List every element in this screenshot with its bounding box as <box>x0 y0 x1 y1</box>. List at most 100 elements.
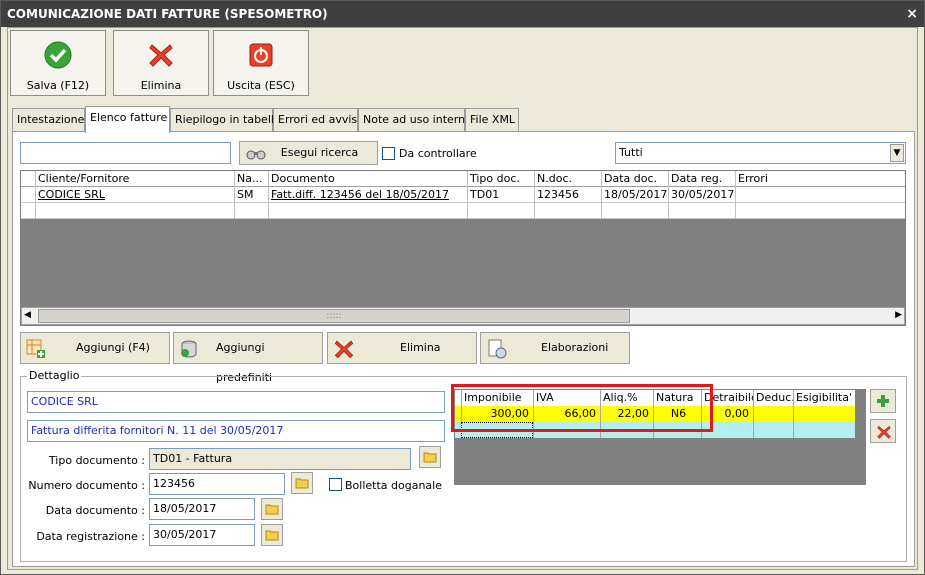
close-icon[interactable]: × <box>906 1 918 27</box>
empty-cell[interactable] <box>467 203 534 219</box>
folder-icon <box>265 530 279 541</box>
cell-esigibilita[interactable] <box>793 406 855 422</box>
numero-folder-button[interactable] <box>291 472 313 494</box>
col-datareg[interactable]: Data reg. <box>668 171 735 187</box>
search-input[interactable] <box>20 142 231 164</box>
numero-label: Numero documento : <box>28 479 145 492</box>
col-cliente[interactable]: Cliente/Fornitore <box>35 171 234 187</box>
cell-na[interactable]: SM <box>234 187 268 203</box>
red-x-icon <box>334 340 354 359</box>
da-controllare-checkbox[interactable] <box>382 147 395 160</box>
cell-deduc[interactable] <box>753 406 793 422</box>
document-gear-icon <box>488 339 507 359</box>
save-label: Salva (F12) <box>26 79 90 92</box>
data-doc-label: Data documento : <box>45 504 145 517</box>
row-indicator <box>21 203 35 219</box>
grid-header: Cliente/Fornitore Na... Documento Tipo d… <box>21 171 905 187</box>
data-reg-field[interactable]: 30/05/2017 <box>149 524 255 546</box>
empty-cell[interactable] <box>668 203 735 219</box>
grid-corner <box>21 171 35 187</box>
tab-elenco-fatture[interactable]: Elenco fatture <box>85 106 170 133</box>
col-deduc[interactable]: Deduc. <box>753 390 793 406</box>
col-na[interactable]: Na... <box>234 171 268 187</box>
add-button[interactable]: Aggiungi (F4) <box>20 332 170 364</box>
scroll-right-icon[interactable]: ▶ <box>895 310 902 320</box>
tab-note[interactable]: Note ad uso interno <box>358 108 472 132</box>
cell-datareg[interactable]: 30/05/2017 <box>668 187 735 203</box>
dettaglio-group: Dettaglio CODICE SRL Fattura differita f… <box>20 369 907 562</box>
empty-cell[interactable] <box>234 203 268 219</box>
col-documento[interactable]: Documento <box>268 171 467 187</box>
row-indicator <box>21 187 35 203</box>
data-doc-folder-button[interactable] <box>261 498 283 520</box>
empty-cell[interactable] <box>534 203 601 219</box>
delete-button[interactable]: Elimina <box>113 30 209 96</box>
add-grid-icon <box>26 339 45 358</box>
tab-errori[interactable]: Errori ed avvisi <box>273 108 360 132</box>
data-reg-folder-button[interactable] <box>261 524 283 546</box>
empty-cell[interactable] <box>35 203 234 219</box>
add-default-button[interactable]: Aggiungi predefiniti <box>173 332 323 384</box>
filter-value: Tutti <box>619 146 643 159</box>
da-controllare-label: Da controllare <box>399 147 477 160</box>
scroll-left-icon[interactable]: ◀ <box>24 310 31 320</box>
vat-delete-button[interactable] <box>870 419 896 443</box>
save-button[interactable]: Salva (F12) <box>10 30 106 96</box>
tab-file-xml[interactable]: File XML <box>465 108 519 132</box>
search-button[interactable]: Esegui ricerca <box>239 141 378 165</box>
cell-tipo[interactable]: TD01 <box>467 187 534 203</box>
chevron-down-icon[interactable]: ▼ <box>890 144 904 162</box>
tipo-field[interactable]: TD01 - Fattura <box>149 448 411 470</box>
empty-cell[interactable] <box>735 203 905 219</box>
add-button-label: Aggiungi (F4) <box>76 341 150 354</box>
client-field[interactable]: CODICE SRL <box>27 391 445 413</box>
cell-cliente[interactable]: CODICE SRL <box>35 187 234 203</box>
bolletta-checkbox[interactable] <box>329 478 342 491</box>
plus-icon <box>877 395 889 407</box>
horizontal-scrollbar[interactable]: ◀ ::::: ▶ <box>21 307 905 325</box>
scroll-thumb[interactable]: ::::: <box>38 309 630 323</box>
table-row[interactable] <box>21 203 905 219</box>
numero-field[interactable]: 123456 <box>149 473 285 495</box>
power-icon <box>249 43 273 67</box>
red-x-icon <box>877 425 891 439</box>
elaborazioni-button[interactable]: Elaborazioni <box>480 332 630 364</box>
window: COMUNICAZIONE DATI FATTURE (SPESOMETRO) … <box>0 0 925 575</box>
data-doc-field[interactable]: 18/05/2017 <box>149 498 255 520</box>
cell-datadoc[interactable]: 18/05/2017 <box>601 187 668 203</box>
empty-cell[interactable] <box>268 203 467 219</box>
folder-icon <box>423 452 437 463</box>
filter-select[interactable]: Tutti ▼ <box>615 142 906 164</box>
col-errori[interactable]: Errori <box>735 171 905 187</box>
tab-riepilogo[interactable]: Riepilogo in tabella <box>170 108 281 132</box>
folder-icon <box>265 504 279 515</box>
exit-button[interactable]: Uscita (ESC) <box>213 30 309 96</box>
folder-icon <box>295 478 309 489</box>
cell-errori[interactable] <box>735 187 905 203</box>
search-button-label: Esegui ricerca <box>280 146 359 159</box>
cell-ndoc[interactable]: 123456 <box>534 187 601 203</box>
col-esigibilita[interactable]: Esigibilita' <box>793 390 855 406</box>
description-field[interactable]: Fattura differita fornitori N. 11 del 30… <box>27 420 445 442</box>
vat-add-button[interactable] <box>870 389 896 413</box>
tab-intestazione[interactable]: Intestazione <box>12 108 85 132</box>
check-icon <box>44 41 72 69</box>
grid-delete-button[interactable]: Elimina <box>327 332 477 364</box>
main-frame: Salva (F12) Elimina Uscita (ESC) Intesta… <box>7 27 918 570</box>
col-ndoc[interactable]: N.doc. <box>534 171 601 187</box>
invoice-grid: Cliente/Fornitore Na... Documento Tipo d… <box>20 170 906 326</box>
empty-cell[interactable] <box>753 422 793 438</box>
empty-cell[interactable] <box>793 422 855 438</box>
cell-documento[interactable]: Fatt.diff. 123456 del 18/05/2017 <box>268 187 467 203</box>
dettaglio-legend: Dettaglio <box>27 369 82 382</box>
database-icon <box>181 340 197 358</box>
col-tipo[interactable]: Tipo doc. <box>467 171 534 187</box>
binoculars-icon <box>246 150 266 160</box>
tipo-folder-button[interactable] <box>419 446 441 468</box>
table-row[interactable]: CODICE SRL SM Fatt.diff. 123456 del 18/0… <box>21 187 905 203</box>
elaborazioni-label: Elaborazioni <box>541 341 609 354</box>
empty-cell[interactable] <box>601 203 668 219</box>
col-datadoc[interactable]: Data doc. <box>601 171 668 187</box>
red-highlight-frame <box>451 384 713 432</box>
window-title: COMUNICAZIONE DATI FATTURE (SPESOMETRO) <box>7 7 328 21</box>
